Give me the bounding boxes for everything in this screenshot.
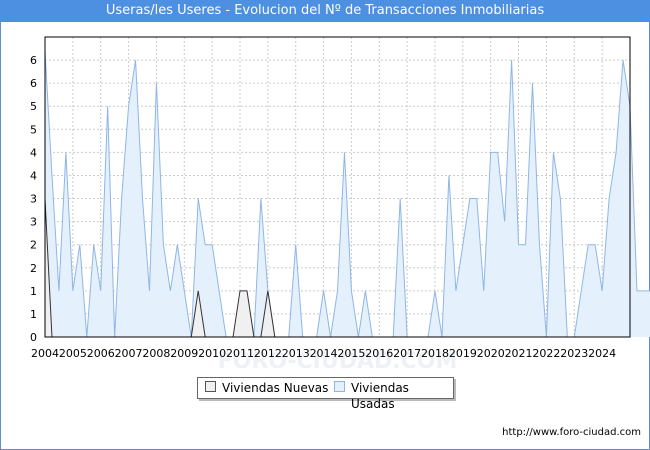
x-tick-label: 2019 — [449, 347, 477, 360]
x-tick-label: 2020 — [477, 347, 505, 360]
y-tick-label: 1 — [30, 285, 37, 298]
x-tick-label: 2023 — [560, 347, 588, 360]
x-tick-label: 2004 — [31, 347, 59, 360]
x-tick-label: 2014 — [310, 347, 338, 360]
x-tick-label: 2010 — [198, 347, 226, 360]
y-tick-label: 4 — [30, 146, 37, 159]
y-tick-label: 4 — [30, 169, 37, 182]
y-tick-label: 2 — [30, 262, 37, 275]
x-tick-label: 2022 — [532, 347, 560, 360]
legend-swatch-usadas — [334, 381, 345, 392]
y-tick-label: 6 — [30, 54, 37, 67]
x-tick-label: 2006 — [87, 347, 115, 360]
x-tick-label: 2016 — [365, 347, 393, 360]
chart-plot: FORO-CIUDAD.COM 01122334455662004 2005 200… — [30, 36, 650, 372]
x-tick-label: 2012 — [254, 347, 282, 360]
chart-title: Useras/les Useres - Evolucion del Nº de … — [0, 0, 650, 22]
y-tick-label: 6 — [30, 77, 37, 90]
x-tick-label: 2021 — [505, 347, 533, 360]
x-tick-label: 2005 — [59, 347, 87, 360]
x-tick-label: 2013 — [282, 347, 310, 360]
x-tick-label: 2024 — [588, 347, 616, 360]
x-tick-label: 2011 — [226, 347, 254, 360]
legend-label-usadas: Viviendas Usadas — [351, 381, 409, 411]
source-credit: http://www.foro-ciudad.com — [502, 427, 641, 438]
y-tick-label: 3 — [30, 193, 37, 206]
x-tick-label: 2008 — [142, 347, 170, 360]
x-tick-label: 2018 — [421, 347, 449, 360]
x-tick-label: 2007 — [115, 347, 143, 360]
y-tick-label: 5 — [30, 123, 37, 136]
y-tick-label: 3 — [30, 216, 37, 229]
legend-swatch-nuevas — [205, 381, 216, 392]
x-tick-label: 2017 — [393, 347, 421, 360]
legend: Viviendas Nuevas Viviendas Usadas — [197, 377, 454, 411]
y-tick-label: 2 — [30, 239, 37, 252]
y-tick-label: 0 — [30, 331, 37, 344]
y-tick-label: 1 — [30, 308, 37, 321]
x-tick-label: 2009 — [170, 347, 198, 360]
legend-label-nuevas: Viviendas Nuevas — [222, 381, 329, 395]
y-tick-label: 5 — [30, 100, 37, 113]
x-tick-label: 2015 — [337, 347, 365, 360]
